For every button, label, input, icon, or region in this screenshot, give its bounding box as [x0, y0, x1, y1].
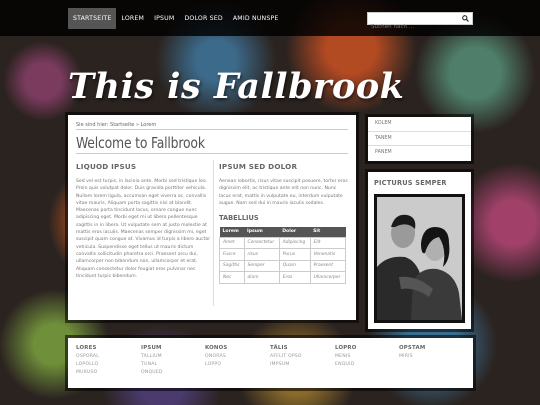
sidebar-item-kolem[interactable]: KOLEM	[368, 117, 471, 132]
footer-link[interactable]: TUNAL	[141, 361, 163, 369]
sidebar-item-panem[interactable]: PANEM	[368, 146, 471, 161]
table-cell: Elit	[309, 236, 347, 250]
picture-widget: PICTURUS SEMPER	[368, 172, 471, 329]
table-cell: Venenatis	[309, 248, 347, 261]
footer-column-lopro: LOPRO MENIS ENQUID	[335, 345, 357, 369]
table-cell: Ullamcorper	[309, 271, 347, 284]
breadcrumb-divider	[76, 129, 348, 130]
table-cell: Nec	[219, 271, 245, 284]
footer-link[interactable]: ONQUED	[141, 369, 163, 377]
right-column: IPSUM SED DOLOR Aenean lobortis, risus v…	[219, 162, 349, 284]
footer-heading: OPSTAM	[399, 345, 426, 351]
photo-image	[377, 197, 462, 320]
table-cell: Adipiscing	[278, 236, 311, 250]
table-header-cell: Sit	[310, 227, 346, 238]
top-navigation-bar: STARTSEITE LOREM IPSUM DOLOR SED AMID NU…	[0, 0, 540, 36]
column-divider	[213, 160, 214, 306]
footer-column-talis: TÄLIS AFFLIT OPSO IMPSUM	[270, 345, 302, 369]
table-cell: Quam	[278, 259, 311, 273]
nav-item-ipsum[interactable]: IPSUM	[149, 8, 179, 29]
breadcrumb: Sie sind hier: Startseite » Lorem	[76, 122, 157, 128]
title-divider	[76, 153, 348, 154]
table-row: Nec diam Eros Ullamcorper	[219, 271, 347, 284]
footer-link[interactable]: TALLIUM	[141, 353, 163, 361]
table-cell: Eros	[278, 271, 311, 284]
table-cell: Fusce	[219, 248, 245, 261]
table-cell: risus	[243, 248, 280, 261]
footer-heading: KONOS	[205, 345, 228, 351]
search-box	[367, 12, 473, 33]
footer-link[interactable]: LOPOLLO	[76, 361, 99, 369]
table-cell: diam	[243, 271, 280, 284]
footer-link[interactable]: ENQUID	[335, 361, 357, 369]
main-content: Sie sind hier: Startseite » Lorem Welcom…	[68, 115, 356, 320]
table-header-cell: Lorem	[219, 227, 245, 238]
sidebar-menu: KOLEM TANEM PANEM	[368, 117, 471, 161]
right-column-heading: IPSUM SED DOLOR	[219, 162, 298, 171]
footer: LORES OSPORAL LOPOLLO MUKUSO IPSUM TALLI…	[68, 338, 473, 388]
sidebar: KOLEM TANEM PANEM PICTURUS SEMPER	[368, 117, 471, 329]
table-cell: Sagittis	[219, 259, 245, 273]
table-heading: TABELLIUS	[219, 214, 259, 223]
nav-item-startseite[interactable]: STARTSEITE	[68, 8, 117, 29]
page-title: Welcome to Fallbrook	[76, 134, 205, 152]
nav-item-amid-nunspe[interactable]: AMID NUNSPE	[228, 8, 284, 29]
table-cell: Amet	[219, 236, 245, 250]
footer-link[interactable]: MENIS	[335, 353, 357, 361]
table-cell: Purus	[278, 248, 311, 261]
vintage-couple-photo	[374, 194, 465, 323]
data-table: Lorem Ipsum Dolor Sit Amet Consectetur A…	[219, 227, 347, 284]
footer-link[interactable]: LOPPO	[205, 361, 228, 369]
footer-link[interactable]: IMPSUM	[270, 361, 302, 369]
footer-column-ipsum: IPSUM TALLIUM TUNAL ONQUED	[141, 345, 163, 377]
nav-item-lorem[interactable]: LOREM	[116, 8, 149, 29]
site-title[interactable]: This is Fallbrook	[68, 66, 404, 107]
table-cell: Semper	[243, 259, 280, 273]
footer-heading: LORES	[76, 345, 97, 351]
footer-column-opstam: OPSTAM MIRIS	[399, 345, 425, 361]
table-header-cell: Ipsum	[244, 227, 280, 238]
table-cell: Praesent	[309, 259, 347, 273]
footer-heading: IPSUM	[141, 345, 162, 351]
footer-link[interactable]: OSPORAL	[76, 353, 99, 361]
footer-link[interactable]: MUKUSO	[76, 369, 99, 377]
table-row: Amet Consectetur Adipiscing Elit	[219, 236, 347, 250]
footer-link[interactable]: MIRIS	[399, 353, 425, 361]
table-header-row: Lorem Ipsum Dolor Sit	[219, 227, 346, 238]
main-nav: STARTSEITE LOREM IPSUM DOLOR SED AMID NU…	[68, 8, 284, 29]
footer-link[interactable]: AFFLIT OPSO	[270, 353, 302, 361]
left-column: LIQUOD IPSUS Sed vel est turpis, in laci…	[76, 162, 212, 280]
footer-heading: TÄLIS	[270, 345, 288, 351]
search-input[interactable]	[368, 21, 458, 33]
sidebar-item-tanem[interactable]: TANEM	[368, 132, 471, 146]
widget-title: PICTURUS SEMPER	[374, 179, 447, 187]
footer-heading: LOPRO	[335, 345, 357, 351]
footer-column-konos: KONOS ONORAS LOPPO	[205, 345, 228, 369]
right-column-text: Aenean lobortis, risus vitae suscipit po…	[219, 179, 348, 206]
left-column-heading: LIQUOD IPSUS	[76, 162, 137, 171]
footer-link[interactable]: ONORAS	[205, 353, 228, 361]
table-row: Sagittis Semper Quam Praesent	[219, 259, 347, 273]
footer-column-lores: LORES OSPORAL LOPOLLO MUKUSO	[76, 345, 99, 377]
table-cell: Consectetur	[243, 236, 280, 250]
table-row: Fusce risus Purus Venenatis	[219, 248, 347, 261]
nav-item-dolor-sed[interactable]: DOLOR SED	[179, 8, 227, 29]
table-header-cell: Dolor	[279, 227, 311, 238]
left-column-text: Sed vel est turpis, in lacinia ante. Mor…	[76, 179, 211, 279]
search-icon[interactable]	[462, 15, 469, 22]
